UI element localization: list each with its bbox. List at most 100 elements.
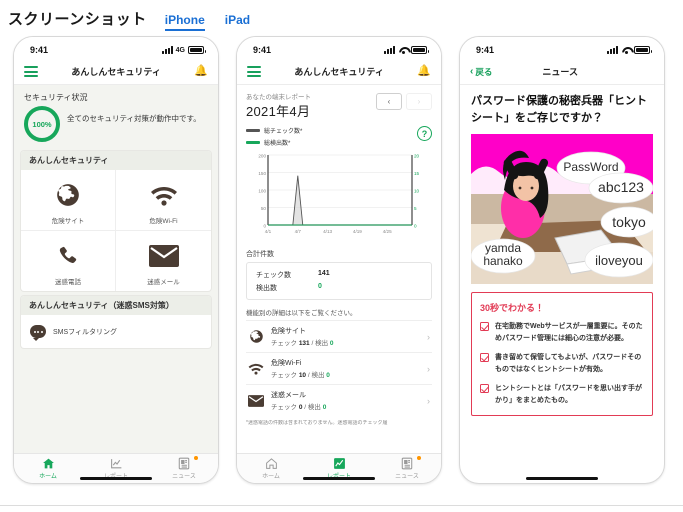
sms-filter-row[interactable]: SMSフィルタリング [21,315,211,348]
home-indicator [526,477,598,480]
svg-text:15: 15 [414,171,420,176]
legend-swatch [246,141,260,144]
legend-item-detections: 総検出数* [246,138,302,147]
detail-detect-value: 0 [329,340,334,347]
tip-text: ヒントシートとは「パスワードを思い出す手がかり」をまとめたもの。 [495,385,642,404]
back-button[interactable]: ‹ 戻る [470,66,492,78]
detail-stats: チェック 0 / 検出 0 [271,401,420,411]
report-period-row: あなたの端末レポート 2021年4月 ‹ › [246,91,432,120]
tabbar-item-news[interactable]: ニュース [379,456,435,480]
wifi-status-icon [398,46,408,54]
chart-legend-row: 総チェック数* 総検出数* ? [246,126,432,147]
totals-label: チェック数 [256,271,291,279]
svg-text:5: 5 [414,206,417,211]
battery-icon [634,46,652,54]
detail-note: 機能別の詳細は以下をご覧ください。 [246,310,357,317]
report-chart-icon [333,457,346,470]
status-indicators: 4G [161,46,206,54]
tabbar-label: ホーム [262,474,280,480]
news-article: パスワード保護の秘密兵器「ヒントシート」をご存じですか？ PassWord ab… [460,85,664,417]
totals-value: 0 [318,282,322,290]
screenshot-gallery-page: スクリーンショット iPhone iPad 9:41 4G あんしんセキュリティ… [0,0,683,512]
feature-cell-dangerous-wifi[interactable]: 危険Wi-Fi [116,170,211,231]
tips-box: 30秒でわかる！ 在宅勤務でWebサービスが一層重要に。そのためパスワード管理に… [471,292,653,417]
svg-text:yamda: yamda [485,241,521,255]
news-badge-dot [417,456,421,460]
detail-detect-label: 検出 [307,404,321,411]
battery-icon [411,46,429,54]
svg-text:iloveyou: iloveyou [595,253,643,268]
page-title: スクリーンショット [8,11,147,28]
mail-icon [248,393,264,409]
phone-screenshot-report[interactable]: 9:41 あんしんセキュリティ 🔔 あなたの端末レポート 2021年4月 ‹ ›… [236,36,442,484]
security-score-value: 100% [32,119,52,129]
feature-cell-spam-call[interactable]: 迷惑電話 [21,231,116,291]
report-subtitle: あなたの端末レポート [246,94,311,101]
phone-icon [21,241,115,271]
tabbar-label: ホーム [39,474,57,480]
hamburger-icon[interactable] [24,66,38,77]
detail-separator: / [311,340,314,347]
tabbar-item-home[interactable]: ホーム [20,457,76,480]
page-header: スクリーンショット iPhone iPad [8,8,250,31]
svg-text:10: 10 [414,188,420,193]
sms-filter-card: あんしんセキュリティ（迷惑SMS対策） SMSフィルタリング [21,296,211,348]
checkbox-checked-icon [480,353,489,363]
svg-text:150: 150 [258,171,266,176]
detail-name: 迷惑メール [271,392,306,399]
feature-label: 危険Wi-Fi [149,218,178,225]
tabbar-item-news[interactable]: ニュース [156,456,212,480]
tip-item: 在宅勤務でWebサービスが一層重要に。そのためパスワード管理には細心の注意が必要… [480,321,644,344]
detail-separator: / [304,404,307,411]
detail-detect-value: 0 [326,372,330,379]
tab-iphone[interactable]: iPhone [164,13,205,31]
notch [300,37,378,47]
svg-text:4/7: 4/7 [295,229,302,234]
phone-screenshot-home[interactable]: 9:41 4G あんしんセキュリティ 🔔 セキュリティ状況 100% 全てのセキ… [13,36,219,484]
signal-bars-icon [161,46,173,54]
home-icon [265,457,278,470]
report-footnote: *迷惑電話の件数は含まれておりません。迷惑電話のチェック履 [246,420,388,426]
sms-filter-card-header: あんしんセキュリティ（迷惑SMS対策） [21,296,211,315]
phone-screenshot-news[interactable]: 9:41 ‹ 戻る ニュース パスワード保護の秘密兵器「ヒントシート」をご存じで… [459,36,665,484]
bell-icon[interactable]: 🔔 [417,66,431,77]
svg-text:4/13: 4/13 [323,229,332,234]
status-indicators [607,46,652,54]
totals-row-checks: チェック数 141 [256,268,422,281]
detail-check-value: 0 [298,404,303,411]
feature-cell-dangerous-site[interactable]: 危険サイト [21,170,116,231]
report-content: あなたの端末レポート 2021年4月 ‹ › 総チェック数* 総検出数* ? 0… [237,85,441,427]
home-screen-body: セキュリティ状況 100% 全てのセキュリティ対策が動作中です。 あんしんセキュ… [14,85,218,453]
chevron-right-icon: › [427,395,430,406]
totals-row-detections: 検出数 0 [256,281,422,294]
report-period: あなたの端末レポート 2021年4月 [246,91,311,120]
home-indicator [80,477,152,480]
detail-text: 迷惑メール チェック 0 / 検出 0 [271,390,420,411]
detail-check-label: チェック [271,340,297,347]
feature-cell-spam-mail[interactable]: 迷惑メール [116,231,211,291]
totals-box: チェック数 141 検出数 0 [246,262,432,300]
prev-month-button[interactable]: ‹ [376,93,402,110]
feature-label: 迷惑メール [147,279,180,286]
detail-row-spam-mail[interactable]: 迷惑メール チェック 0 / 検出 0 › [246,384,432,416]
app-navbar: ‹ 戻る ニュース [460,59,664,85]
svg-text:4/19: 4/19 [353,229,362,234]
detail-name: 危険Wi-Fi [271,360,302,367]
detail-text: 危険サイト チェック 131 / 検出 0 [271,326,420,347]
detail-row-dangerous-wifi[interactable]: 危険Wi-Fi チェック 10 / 検出 0 › [246,352,432,384]
tabbar-item-home[interactable]: ホーム [243,457,299,480]
detail-check-label: チェック [271,404,297,411]
svg-text:4/25: 4/25 [383,229,392,234]
detail-row-dangerous-site[interactable]: 危険サイト チェック 131 / 検出 0 › [246,320,432,352]
next-month-button[interactable]: › [406,93,432,110]
hamburger-icon[interactable] [247,66,261,77]
checkbox-checked-icon [480,322,489,332]
globe-icon [248,329,264,345]
news-screen-body: パスワード保護の秘密兵器「ヒントシート」をご存じですか？ PassWord ab… [460,85,664,453]
tab-ipad[interactable]: iPad [225,13,250,31]
report-month: 2021年4月 [246,104,311,119]
svg-text:hanako: hanako [483,254,523,268]
help-icon[interactable]: ? [417,126,432,141]
bell-icon[interactable]: 🔔 [194,66,208,77]
totals-value: 141 [318,269,330,277]
